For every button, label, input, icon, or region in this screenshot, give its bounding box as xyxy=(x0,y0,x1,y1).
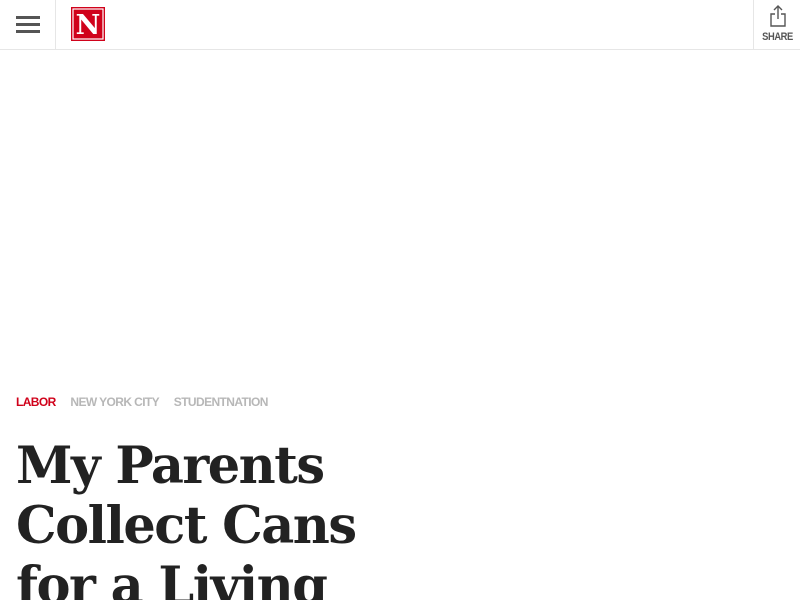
article-tags: LABOR NEW YORK CITY STUDENTNATION xyxy=(16,395,280,411)
logo-mark: N xyxy=(71,7,105,41)
site-logo[interactable]: N xyxy=(71,7,105,41)
top-navigation-bar: N SHARE xyxy=(0,0,800,50)
article-headline: My Parents Collect Cans for a Living xyxy=(16,436,357,600)
logo-letter: N xyxy=(76,10,101,41)
share-upload-icon xyxy=(770,5,786,27)
tag-new-york-city[interactable]: NEW YORK CITY xyxy=(70,395,159,409)
share-label: SHARE xyxy=(762,31,793,43)
tag-labor[interactable]: LABOR xyxy=(16,395,56,409)
tag-studentnation[interactable]: STUDENTNATION xyxy=(174,395,269,409)
advertisement-placeholder xyxy=(0,50,800,380)
share-button[interactable]: SHARE xyxy=(753,0,800,49)
menu-button[interactable] xyxy=(0,0,56,49)
